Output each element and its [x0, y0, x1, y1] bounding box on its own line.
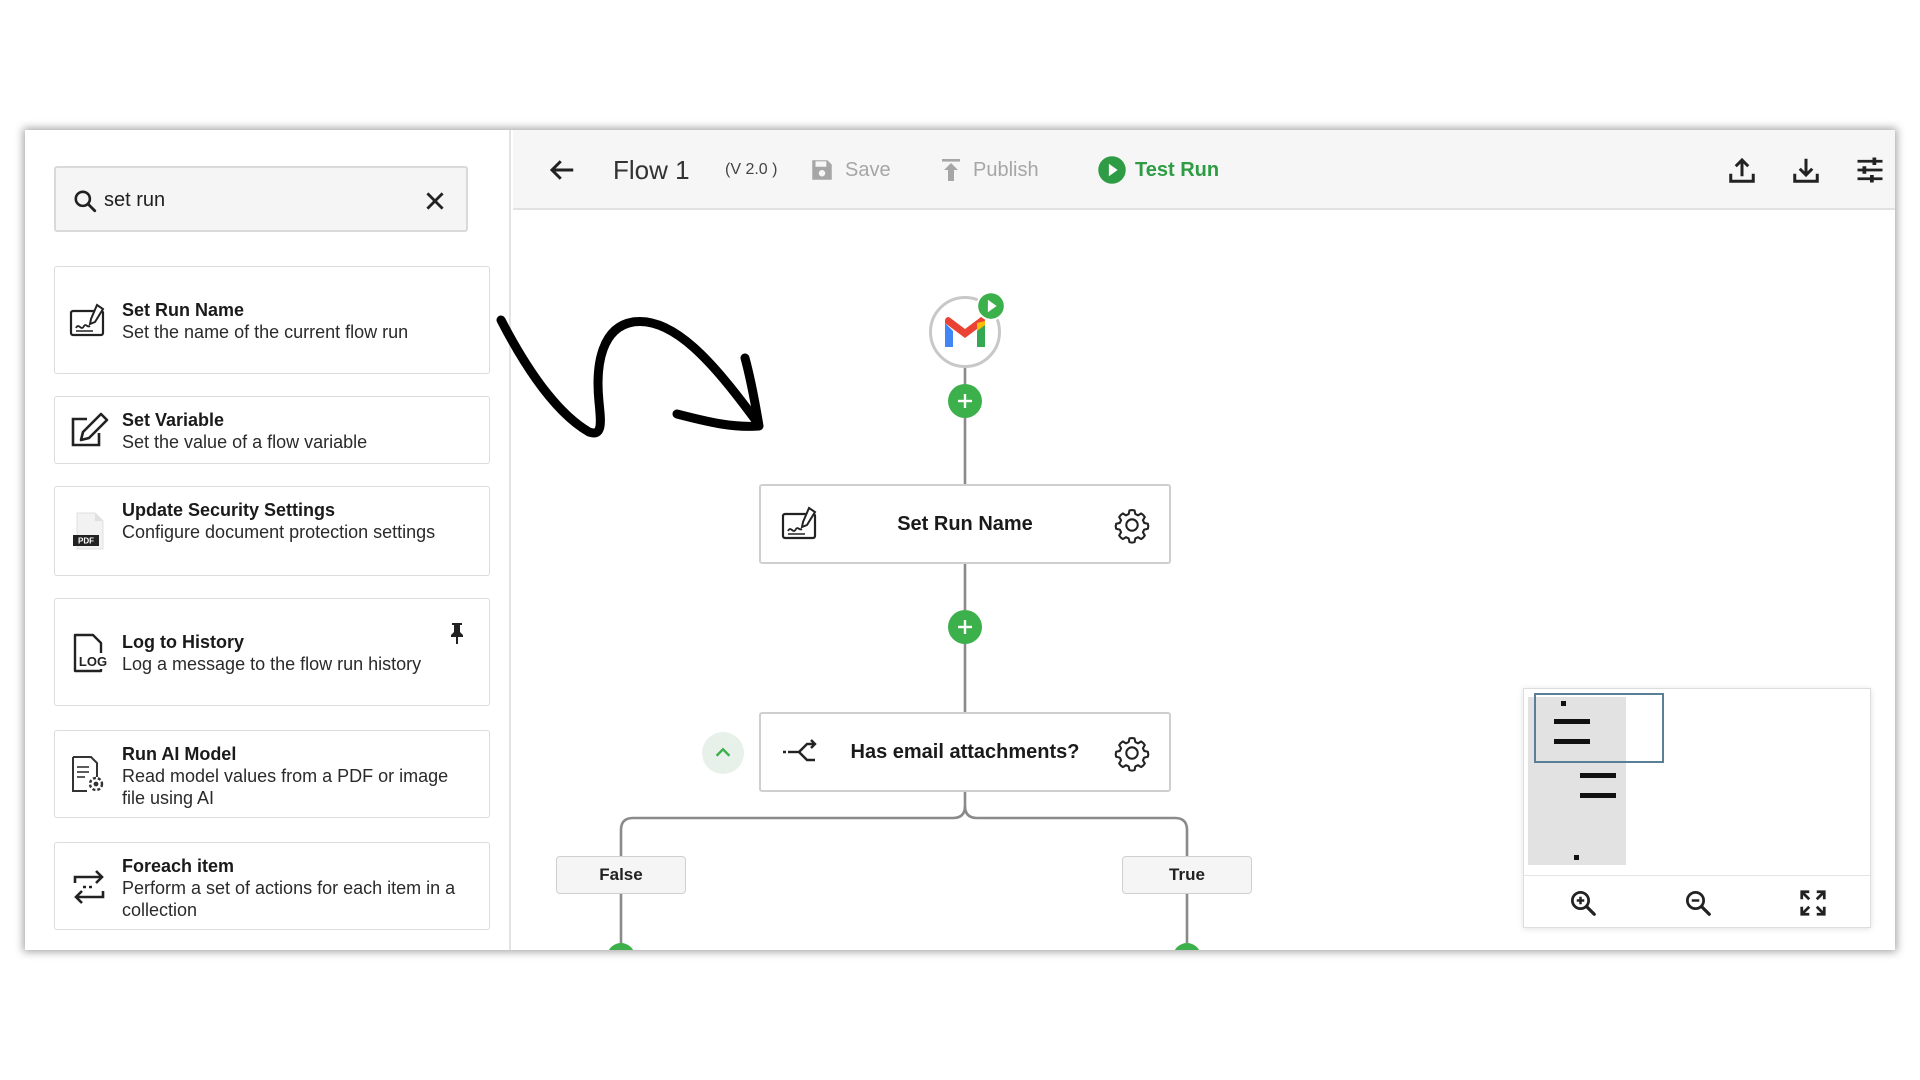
- test-run-label: Test Run: [1135, 158, 1220, 181]
- loop-icon: [73, 870, 105, 904]
- search-icon: [74, 190, 97, 213]
- plus-icon: [958, 620, 972, 634]
- result-description: Set the name of the current flow run: [122, 322, 409, 342]
- search-box[interactable]: [54, 166, 468, 232]
- fit-view-icon[interactable]: [1798, 888, 1828, 918]
- minimap-viewport[interactable]: [1534, 693, 1664, 763]
- collapse-branch-button[interactable]: [702, 732, 744, 774]
- back-button[interactable]: [547, 130, 579, 210]
- gear-icon[interactable]: [1113, 734, 1151, 772]
- plus-icon: [958, 394, 972, 408]
- signature-icon: [69, 303, 105, 337]
- pdf-icon-text: PDF: [78, 537, 94, 546]
- result-set-variable[interactable]: Set Variable Set the value of a flow var…: [54, 396, 490, 464]
- branch-true-label[interactable]: True: [1122, 856, 1252, 894]
- add-step-button[interactable]: [948, 610, 982, 644]
- minimap-view[interactable]: [1528, 693, 1866, 877]
- sliders-icon: [1857, 157, 1883, 183]
- flow-title[interactable]: Flow 1: [613, 130, 690, 210]
- publish-button[interactable]: Publish: [939, 130, 1039, 210]
- download-icon: [1793, 158, 1819, 183]
- flow-toolbar: Flow 1 (V 2.0 ) Save Publish Test Run: [513, 130, 1895, 210]
- minimap-node: [1574, 855, 1579, 860]
- search-input[interactable]: [104, 180, 404, 220]
- result-title: Foreach item: [122, 856, 235, 876]
- result-title: Run AI Model: [122, 744, 237, 764]
- annotation-arrow: [496, 315, 764, 438]
- edit-icon: [71, 412, 109, 447]
- minimap-node: [1580, 773, 1616, 778]
- step-has-email-attachments[interactable]: Has email attachments?: [759, 712, 1171, 792]
- step-set-run-name[interactable]: Set Run Name: [759, 484, 1171, 564]
- result-foreach-item[interactable]: Foreach item Perform a set of actions fo…: [54, 842, 490, 930]
- test-run-button[interactable]: Test Run: [1097, 130, 1219, 210]
- result-title: Set Run Name: [122, 300, 245, 320]
- zoom-out-icon[interactable]: [1683, 888, 1713, 918]
- action-search-panel: Set Run Name Set the name of the current…: [25, 130, 511, 950]
- pin-icon[interactable]: [447, 621, 467, 645]
- result-title: Update Security Settings: [122, 500, 336, 520]
- log-icon: LOG: [73, 633, 109, 673]
- result-title: Log to History: [122, 632, 244, 652]
- publish-label: Publish: [973, 158, 1039, 181]
- result-description: Configure document protection settings: [122, 522, 436, 542]
- result-set-run-name[interactable]: Set Run Name Set the name of the current…: [54, 266, 490, 374]
- trigger-play-icon: [976, 291, 1006, 321]
- branch-false-label[interactable]: False: [556, 856, 686, 894]
- save-button[interactable]: Save: [809, 130, 891, 210]
- result-update-security-settings[interactable]: PDF Update Security Settings Configure d…: [54, 486, 490, 576]
- chevron-up-icon: [715, 747, 731, 757]
- pdf-file-icon: PDF: [73, 512, 104, 550]
- publish-icon: [942, 159, 960, 181]
- minimap-node: [1580, 793, 1616, 798]
- add-step-button[interactable]: [948, 384, 982, 418]
- result-description: Perform a set of actions for each item i…: [122, 878, 456, 920]
- result-description: Log a message to the flow run history: [122, 654, 422, 674]
- step-label: Has email attachments?: [850, 740, 1080, 763]
- minimap-controls: [1524, 875, 1870, 927]
- step-label: Set Run Name: [897, 512, 1033, 535]
- result-run-ai-model[interactable]: Run AI Model Read model values from a PD…: [54, 730, 490, 818]
- play-circle-icon: [1098, 156, 1126, 184]
- export-button[interactable]: [1727, 130, 1759, 210]
- minimap-node: [1561, 701, 1566, 706]
- ai-document-icon: [72, 756, 104, 792]
- flow-canvas[interactable]: Set Run Name Has email attachments? Fals…: [496, 212, 1895, 950]
- arrow-left-icon: [549, 160, 574, 180]
- result-description: Set the value of a flow variable: [122, 432, 368, 452]
- save-icon: [812, 160, 832, 180]
- result-description: Read model values from a PDF or image fi…: [122, 766, 449, 808]
- gmail-trigger-node[interactable]: [929, 291, 1006, 368]
- gear-icon[interactable]: [1113, 506, 1151, 544]
- minimap-node: [1554, 739, 1590, 744]
- flow-settings-button[interactable]: [1855, 130, 1887, 210]
- save-label: Save: [845, 158, 891, 181]
- minimap[interactable]: [1523, 688, 1871, 928]
- flow-version: (V 2.0 ): [725, 161, 778, 178]
- gmail-icon: [945, 317, 985, 347]
- result-log-to-history[interactable]: LOG Log to History Log a message to the …: [54, 598, 490, 706]
- result-title: Set Variable: [122, 410, 225, 430]
- import-button[interactable]: [1791, 130, 1823, 210]
- close-icon[interactable]: [422, 188, 448, 214]
- upload-icon: [1729, 157, 1755, 183]
- minimap-node: [1554, 719, 1590, 724]
- log-icon-text: LOG: [79, 654, 107, 669]
- app-window: Set Run Name Set the name of the current…: [25, 130, 1895, 950]
- zoom-in-icon[interactable]: [1568, 888, 1598, 918]
